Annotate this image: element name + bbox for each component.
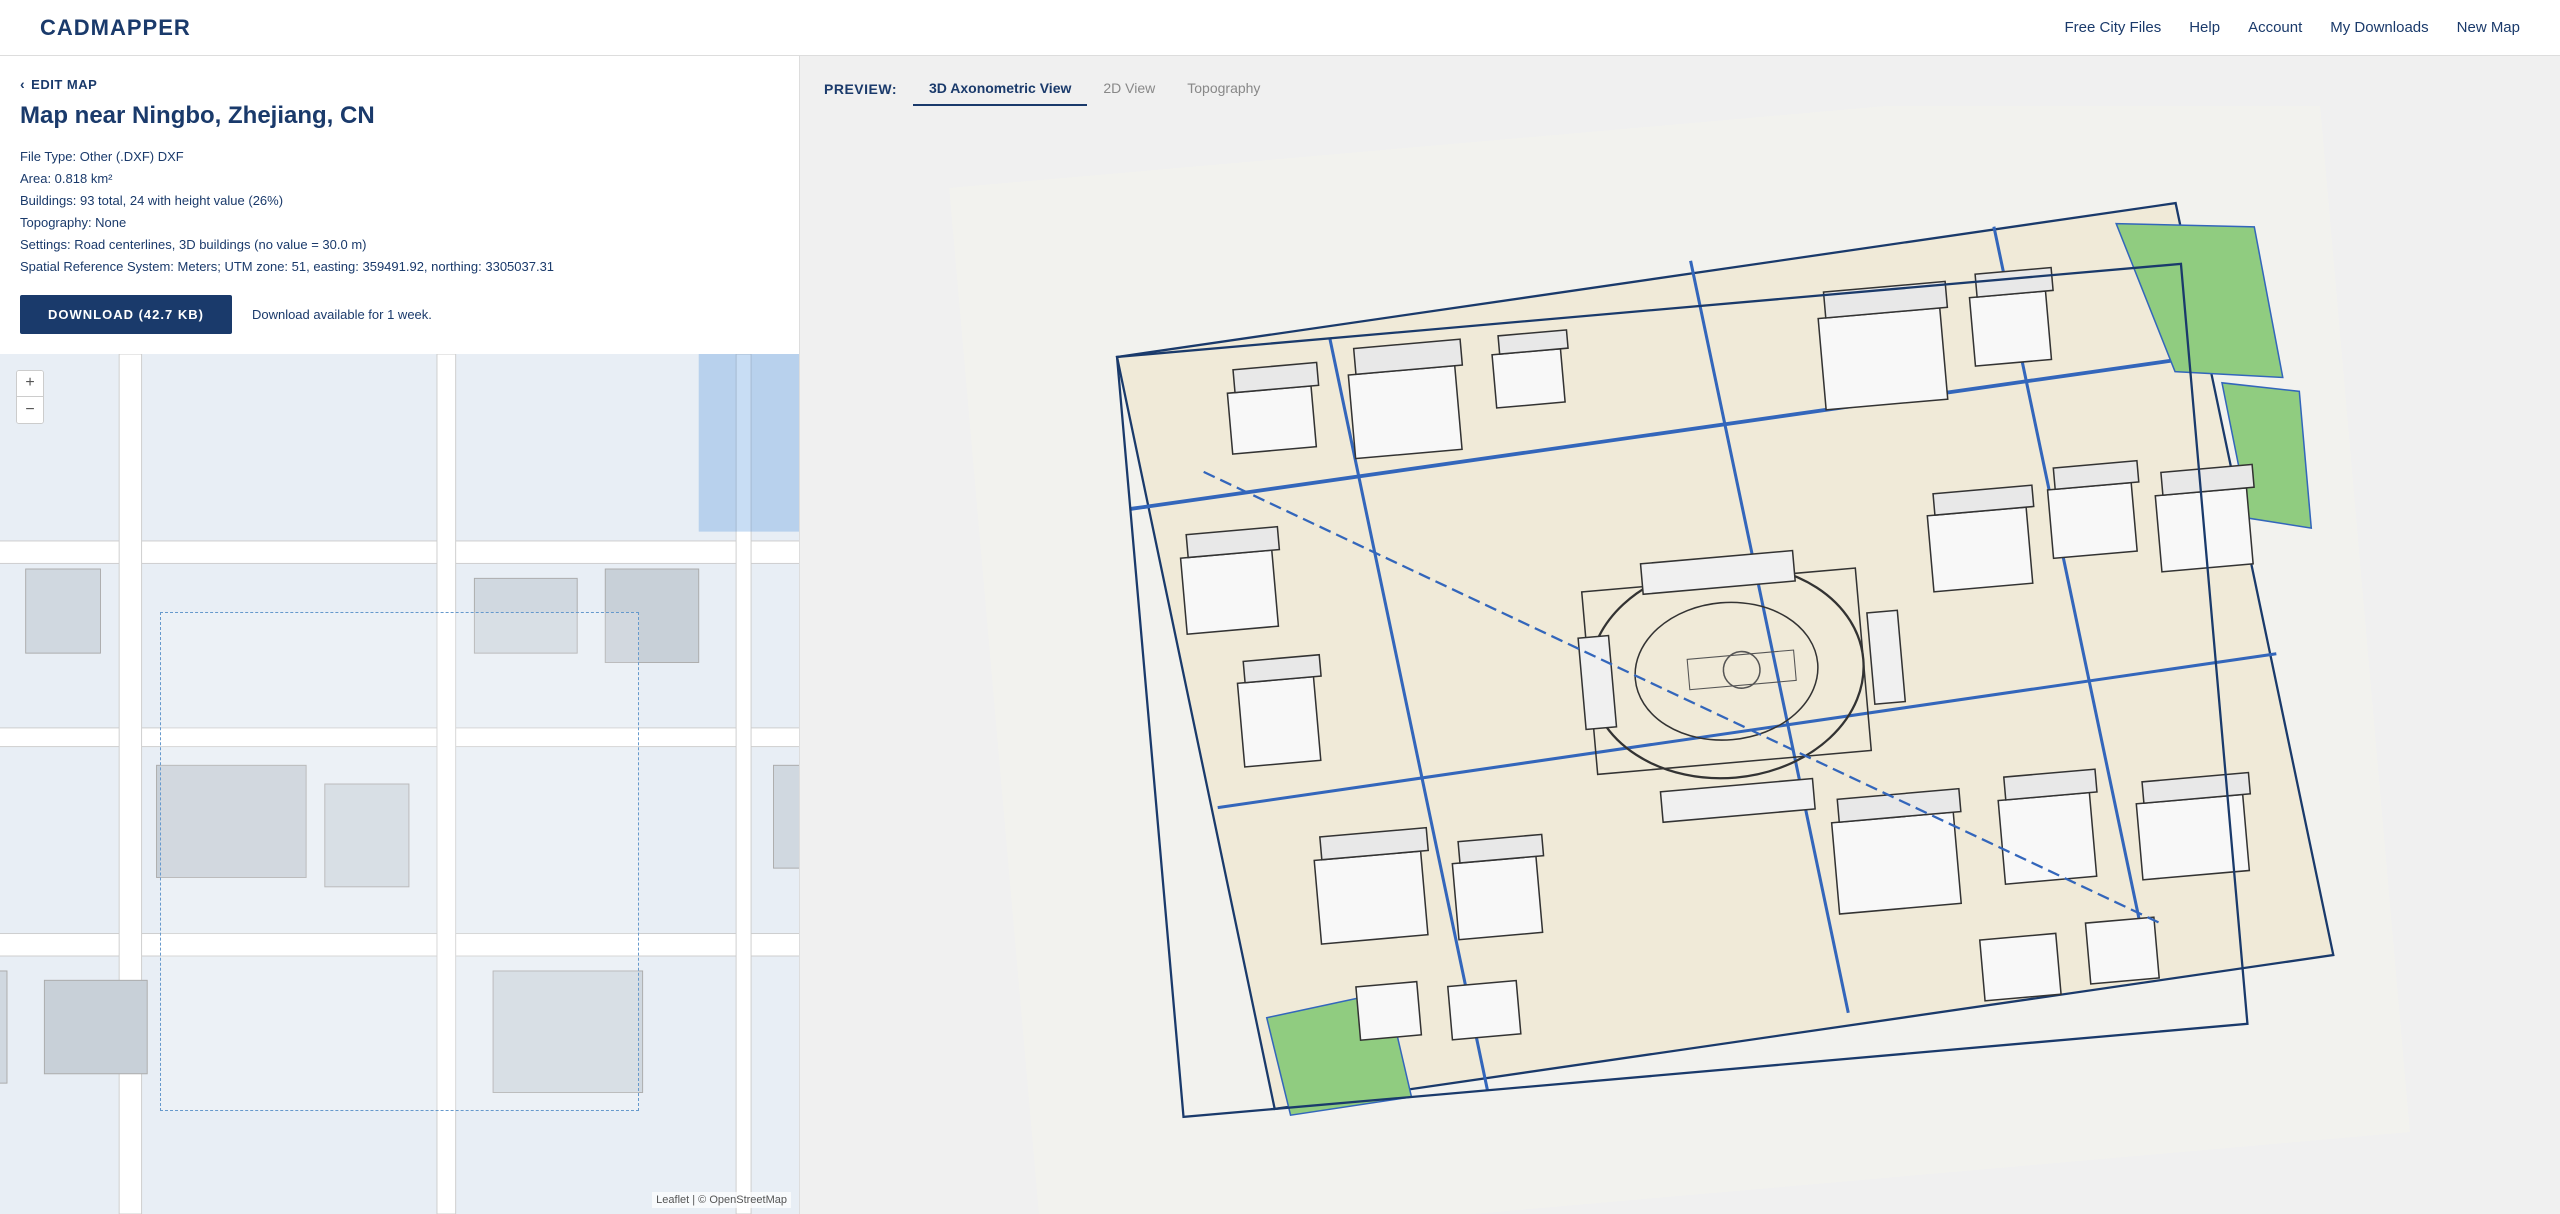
file-type: File Type: Other (.DXF) DXF [20, 146, 779, 168]
map-attribution: Leaflet | © OpenStreetMap [652, 1192, 791, 1208]
zoom-in-button[interactable]: + [17, 371, 43, 397]
right-panel: PREVIEW: 3D Axonometric View 2D View Top… [800, 56, 2560, 1214]
edit-map-link[interactable]: ‹ EDIT MAP [20, 76, 779, 92]
zoom-out-button[interactable]: − [17, 397, 43, 423]
zoom-controls: + − [16, 370, 44, 424]
buildings: Buildings: 93 total, 24 with height valu… [20, 190, 779, 212]
tab-topography[interactable]: Topography [1171, 72, 1276, 106]
preview-bar: PREVIEW: 3D Axonometric View 2D View Top… [800, 56, 2560, 106]
nav-help[interactable]: Help [2189, 19, 2220, 36]
preview-label: PREVIEW: [824, 81, 897, 97]
topography: Topography: None [20, 212, 779, 234]
axo-svg [820, 126, 2540, 1194]
map-title: Map near Ningbo, Zhejiang, CN [20, 102, 779, 130]
download-note: Download available for 1 week. [252, 307, 432, 322]
map-info: ‹ EDIT MAP Map near Ningbo, Zhejiang, CN… [0, 56, 799, 354]
nav-free-city-files[interactable]: Free City Files [2065, 19, 2162, 36]
download-section: DOWNLOAD (42.7 KB) Download available fo… [20, 295, 779, 334]
tab-3d-axonometric[interactable]: 3D Axonometric View [913, 72, 1087, 106]
logo: CADMAPPER [40, 15, 191, 41]
back-chevron-icon: ‹ [20, 76, 25, 92]
area: Area: 0.818 km² [20, 168, 779, 190]
settings: Settings: Road centerlines, 3D buildings… [20, 234, 779, 256]
tab-2d-view[interactable]: 2D View [1087, 72, 1171, 106]
header: CADMAPPER Free City Files Help Account M… [0, 0, 2560, 56]
logo-cad: CAD [40, 15, 91, 40]
preview-tabs: 3D Axonometric View 2D View Topography [913, 72, 1276, 106]
main-content: ‹ EDIT MAP Map near Ningbo, Zhejiang, CN… [0, 56, 2560, 1214]
spatial-ref: Spatial Reference System: Meters; UTM zo… [20, 256, 779, 278]
nav-account[interactable]: Account [2248, 19, 2302, 36]
nav-my-downloads[interactable]: My Downloads [2330, 19, 2428, 36]
logo-mapper: MAPPER [91, 15, 191, 40]
map-metadata: File Type: Other (.DXF) DXF Area: 0.818 … [20, 146, 779, 279]
nav-new-map[interactable]: New Map [2457, 19, 2520, 36]
main-nav: Free City Files Help Account My Download… [2065, 19, 2520, 36]
download-button[interactable]: DOWNLOAD (42.7 KB) [20, 295, 232, 334]
left-panel: ‹ EDIT MAP Map near Ningbo, Zhejiang, CN… [0, 56, 800, 1214]
axonometric-view [820, 126, 2540, 1194]
map-container[interactable]: + − Leaflet | © OpenStreetMap [0, 354, 799, 1214]
map-tiles [0, 354, 799, 1214]
preview-area [800, 106, 2560, 1214]
edit-map-label: EDIT MAP [31, 77, 97, 92]
